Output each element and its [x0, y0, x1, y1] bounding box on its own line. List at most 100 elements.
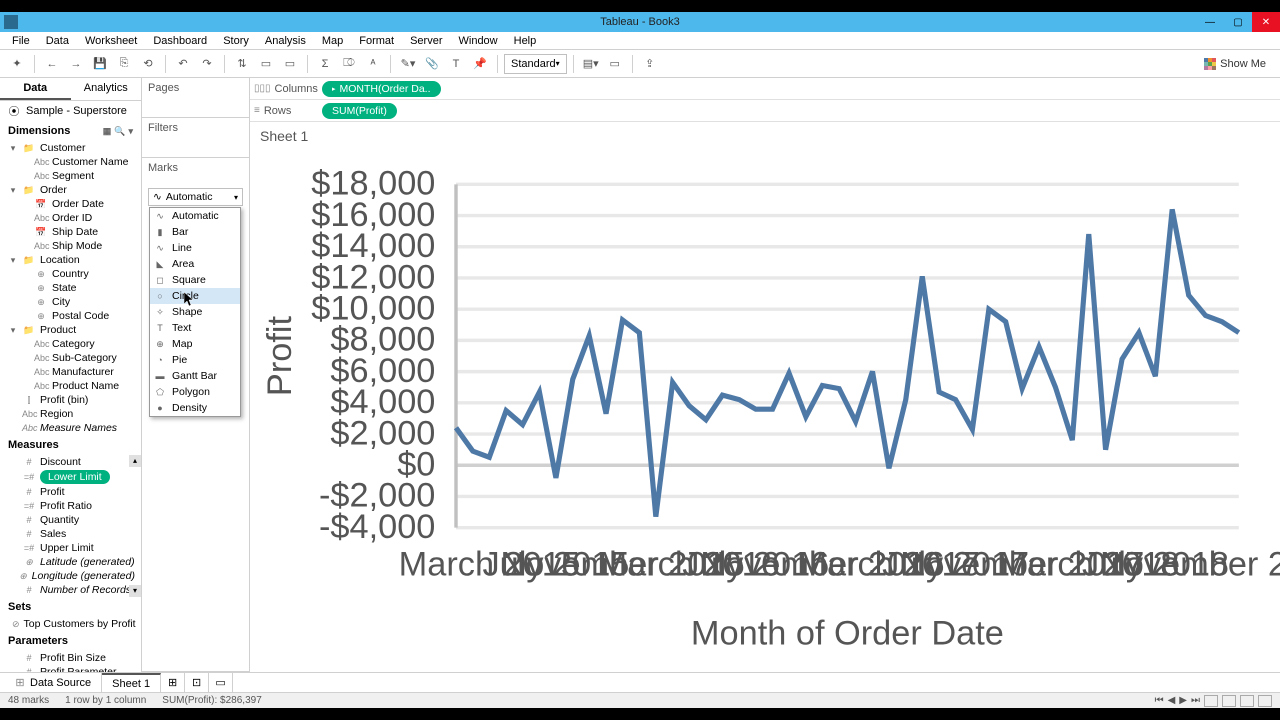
tab-data[interactable]: Data — [0, 78, 71, 100]
dim-city[interactable]: ⊕City — [2, 295, 139, 309]
new-data-button[interactable]: ⎘ — [113, 53, 135, 75]
menu-dashboard[interactable]: Dashboard — [145, 35, 215, 47]
refresh-button[interactable]: ⟲ — [137, 53, 159, 75]
measure-lower-limit[interactable]: =#Lower Limit — [2, 469, 139, 485]
nav-prev-button[interactable]: ◀ — [1168, 695, 1176, 707]
measure-discount[interactable]: #Discount — [2, 455, 139, 469]
label-button[interactable]: T — [445, 53, 467, 75]
dim-customer[interactable]: ▾📁Customer — [2, 141, 139, 155]
view-mode-2[interactable] — [1222, 695, 1236, 707]
measure-upper-limit[interactable]: =#Upper Limit — [2, 541, 139, 555]
set-top-customers-by-profit[interactable]: ⊘Top Customers by Profit — [2, 617, 139, 631]
dim-order-date[interactable]: 📅Order Date — [2, 197, 139, 211]
marks-type-area[interactable]: ◣Area — [150, 256, 240, 272]
dim-product[interactable]: ▾📁Product — [2, 323, 139, 337]
dim-category[interactable]: AbcCategory — [2, 337, 139, 351]
dim-ship-mode[interactable]: AbcShip Mode — [2, 239, 139, 253]
scroll-up-button[interactable]: ▴ — [129, 455, 141, 467]
view-mode-3[interactable] — [1240, 695, 1254, 707]
tab-analytics[interactable]: Analytics — [71, 78, 142, 100]
columns-pill[interactable]: ▸MONTH(Order Da.. — [322, 81, 441, 97]
pin2-button[interactable]: 📌 — [469, 53, 491, 75]
marks-type-polygon[interactable]: ⬠Polygon — [150, 384, 240, 400]
search-icon[interactable]: 🔍 — [114, 126, 125, 137]
dim-product-name[interactable]: AbcProduct Name — [2, 379, 139, 393]
close-button[interactable]: ✕ — [1252, 12, 1280, 32]
totals-button[interactable]: Σ — [314, 53, 336, 75]
sheet-title[interactable]: Sheet 1 — [250, 122, 1280, 150]
menu-story[interactable]: Story — [215, 35, 257, 47]
columns-shelf[interactable]: ▯▯▯Columns ▸MONTH(Order Da.. — [250, 78, 1280, 100]
fit-dropdown[interactable]: Standard▾ — [504, 54, 567, 74]
new-dashboard-button[interactable]: ⊡ — [185, 673, 209, 692]
sheet-tab[interactable]: Sheet 1 — [102, 673, 161, 692]
marks-type-bar[interactable]: ▮Bar — [150, 224, 240, 240]
dim-state[interactable]: ⊕State — [2, 281, 139, 295]
abc-button[interactable]: ᴬ — [362, 53, 384, 75]
dim-measure-names[interactable]: AbcMeasure Names — [2, 421, 139, 435]
view-cards-button[interactable]: ▤▾ — [580, 53, 602, 75]
dim-segment[interactable]: AbcSegment — [2, 169, 139, 183]
show-me-button[interactable]: Show Me — [1204, 58, 1274, 70]
marks-type-line[interactable]: ∿Line — [150, 240, 240, 256]
marks-type-pie[interactable]: ◔Pie — [150, 352, 240, 368]
dim-order-id[interactable]: AbcOrder ID — [2, 211, 139, 225]
back-button[interactable]: ← — [41, 53, 63, 75]
dim-country[interactable]: ⊕Country — [2, 267, 139, 281]
measure-profit[interactable]: #Profit — [2, 485, 139, 499]
pin-button[interactable]: 📎 — [421, 53, 443, 75]
nav-next-button[interactable]: ▶ — [1179, 695, 1187, 707]
datasource-row[interactable]: ⦿ Sample - Superstore — [0, 101, 141, 121]
dim-sub-category[interactable]: AbcSub-Category — [2, 351, 139, 365]
dim-ship-date[interactable]: 📅Ship Date — [2, 225, 139, 239]
nav-first-button[interactable]: ⏮ — [1155, 695, 1164, 707]
dim-location[interactable]: ▾📁Location — [2, 253, 139, 267]
rows-pill[interactable]: SUM(Profit) — [322, 103, 397, 119]
maximize-button[interactable]: ▢ — [1224, 12, 1252, 32]
menu-icon[interactable]: ▾ — [128, 126, 133, 137]
menu-analysis[interactable]: Analysis — [257, 35, 314, 47]
nav-last-button[interactable]: ⏭ — [1191, 695, 1200, 707]
filters-shelf[interactable]: Filters — [142, 118, 249, 158]
redo-button[interactable]: ↷ — [196, 53, 218, 75]
menu-data[interactable]: Data — [38, 35, 77, 47]
undo-button[interactable]: ↶ — [172, 53, 194, 75]
menu-file[interactable]: File — [4, 35, 38, 47]
new-story-button[interactable]: ▭ — [209, 673, 233, 692]
menu-map[interactable]: Map — [314, 35, 351, 47]
measure-number-of-records[interactable]: #Number of Records — [2, 583, 139, 597]
marks-type-text[interactable]: TText — [150, 320, 240, 336]
measure-profit-ratio[interactable]: =#Profit Ratio — [2, 499, 139, 513]
marks-type-map[interactable]: ⊕Map — [150, 336, 240, 352]
minimize-button[interactable]: — — [1196, 12, 1224, 32]
forward-button[interactable]: → — [65, 53, 87, 75]
sort-desc-button[interactable]: ▭ — [279, 53, 301, 75]
menu-server[interactable]: Server — [402, 35, 450, 47]
highlight-button[interactable]: ✎▾ — [397, 53, 419, 75]
dim-customer-name[interactable]: AbcCustomer Name — [2, 155, 139, 169]
measure-longitude-generated-[interactable]: ⊕Longitude (generated) — [2, 569, 139, 583]
presentation-button[interactable]: ▭ — [604, 53, 626, 75]
dim-region[interactable]: AbcRegion — [2, 407, 139, 421]
swap-button[interactable]: ⇅ — [231, 53, 253, 75]
dim-postal-code[interactable]: ⊕Postal Code — [2, 309, 139, 323]
rows-shelf[interactable]: ≡Rows SUM(Profit) — [250, 100, 1280, 122]
sort-asc-button[interactable]: ▭ — [255, 53, 277, 75]
tableau-logo-icon[interactable]: ✦ — [6, 53, 28, 75]
view-as-icon[interactable]: ▦ — [103, 126, 112, 137]
new-worksheet-button[interactable]: ⊞ — [161, 673, 185, 692]
menu-help[interactable]: Help — [506, 35, 545, 47]
scroll-down-button[interactable]: ▾ — [129, 585, 141, 597]
marks-type-automatic[interactable]: ∿Automatic — [150, 208, 240, 224]
marks-type-dropdown[interactable]: ∿ Automatic ▾ ∿Automatic▮Bar∿Line◣Area◻S… — [148, 188, 243, 206]
view-mode-1[interactable] — [1204, 695, 1218, 707]
menu-window[interactable]: Window — [451, 35, 506, 47]
measure-quantity[interactable]: #Quantity — [2, 513, 139, 527]
menu-worksheet[interactable]: Worksheet — [77, 35, 145, 47]
menu-format[interactable]: Format — [351, 35, 402, 47]
marks-type-gantt-bar[interactable]: ▬Gantt Bar — [150, 368, 240, 384]
save-button[interactable]: 💾 — [89, 53, 111, 75]
measure-sales[interactable]: #Sales — [2, 527, 139, 541]
pages-shelf[interactable]: Pages — [142, 78, 249, 118]
marks-type-square[interactable]: ◻Square — [150, 272, 240, 288]
